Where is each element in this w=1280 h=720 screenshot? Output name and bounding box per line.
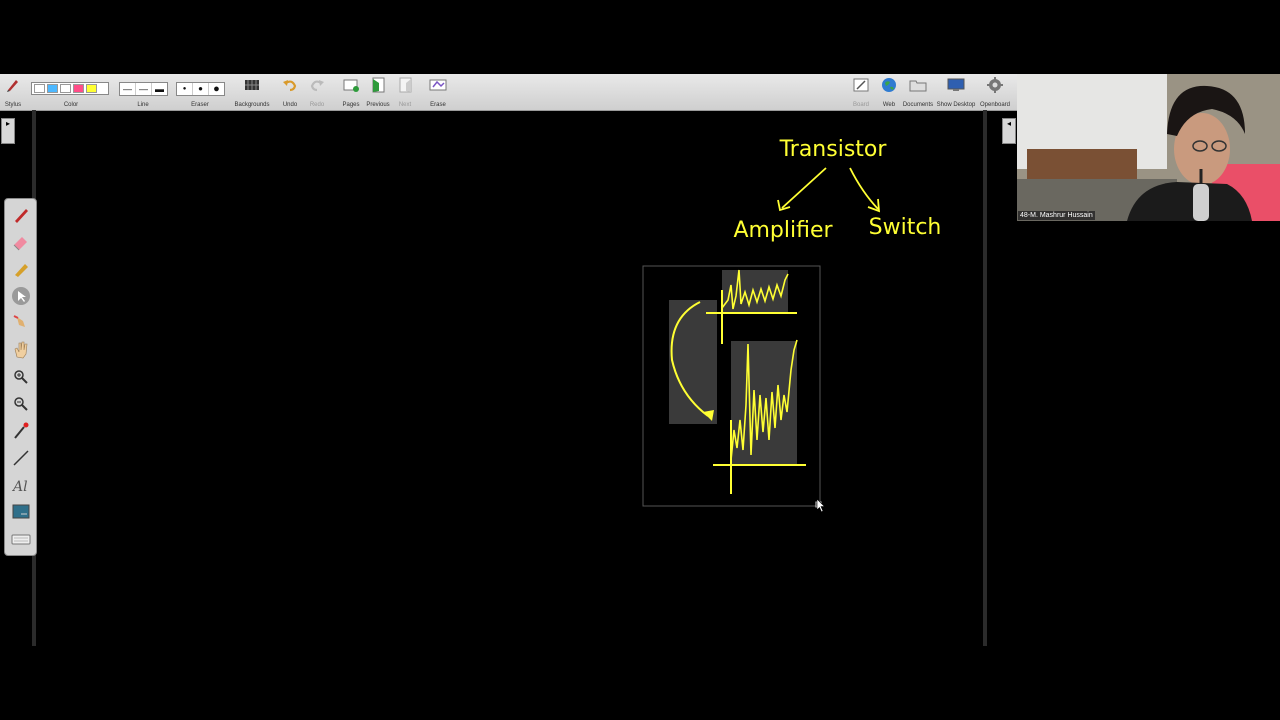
- webcam-video: [1017, 74, 1280, 221]
- graph-panel-left: [669, 300, 717, 424]
- webcam-feed: 48-M. Mashrur Hussain: [1017, 74, 1280, 221]
- handwritten-annotation: Transistor Amplifier Switch: [733, 137, 941, 243]
- board-title-text: Transistor: [779, 137, 888, 162]
- graph-panel-bottom: [731, 341, 797, 464]
- board-canvas[interactable]: Transistor Amplifier Switch: [0, 0, 1017, 720]
- mouse-cursor-icon: [816, 498, 826, 513]
- pasted-graph-image[interactable]: [642, 265, 822, 508]
- right-arrow-line: [849, 167, 879, 210]
- amplifier-label: Amplifier: [733, 218, 833, 243]
- switch-label: Switch: [869, 215, 942, 240]
- left-arrow-line: [781, 167, 827, 209]
- participant-name-label: 48-M. Mashrur Hussain: [1018, 211, 1095, 220]
